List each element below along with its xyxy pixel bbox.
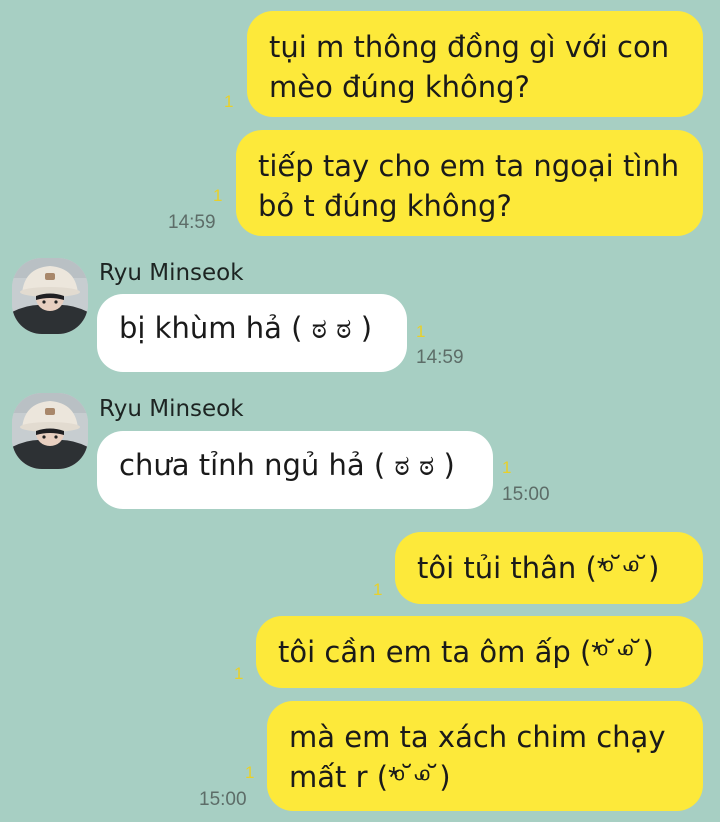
message-line: tiếp tay cho em ta ngoại tình <box>258 149 680 183</box>
message-line: tôi tủi thân (*ͦ˘ᵕͦ˘) <box>417 551 660 585</box>
message-line: tụi m thông đồng gì với con <box>269 30 670 64</box>
message-line: mà em ta xách chim chạy <box>289 720 666 754</box>
my-message-bubble[interactable]: tôi tủi thân (*ͦ˘ᵕͦ˘) <box>395 532 703 604</box>
unread-count: 1 <box>373 580 383 599</box>
message-line: bị khùm hả ( ಠ ಠ ) <box>119 311 373 345</box>
message-timestamp: 15:00 <box>199 789 247 810</box>
profile-avatar[interactable] <box>12 258 88 334</box>
message-line: mất r (*ͦ˘ᵕͦ˘) <box>289 760 451 794</box>
message-timestamp: 14:59 <box>416 347 464 368</box>
unread-count: 1 <box>224 92 234 111</box>
their-message-bubble[interactable]: chưa tỉnh ngủ hả ( ಠ ಠ ) <box>97 431 493 509</box>
unread-count: 1 <box>234 664 244 683</box>
my-message-bubble[interactable]: tụi m thông đồng gì với con mèo đúng khô… <box>247 11 703 117</box>
message-line: bỏ t đúng không? <box>258 189 512 223</box>
unread-count: 1 <box>502 458 512 477</box>
message-timestamp: 14:59 <box>168 212 216 233</box>
my-message-bubble[interactable]: tôi cần em ta ôm ấp (*ͦ˘ᵕͦ˘) <box>256 616 703 688</box>
message-line: mèo đúng không? <box>269 70 530 104</box>
avatar-image <box>12 258 88 334</box>
message-timestamp: 15:00 <box>502 484 550 505</box>
their-message-bubble[interactable]: bị khùm hả ( ಠ ಠ ) <box>97 294 407 372</box>
message-line: chưa tỉnh ngủ hả ( ಠ ಠ ) <box>119 448 455 482</box>
message-line: tôi cần em ta ôm ấp (*ͦ˘ᵕͦ˘) <box>278 635 654 669</box>
avatar-image <box>12 393 88 469</box>
unread-count: 1 <box>213 186 223 205</box>
unread-count: 1 <box>245 763 255 782</box>
profile-avatar[interactable] <box>12 393 88 469</box>
unread-count: 1 <box>416 322 426 341</box>
my-message-bubble[interactable]: mà em ta xách chim chạy mất r (*ͦ˘ᵕͦ˘) <box>267 701 703 811</box>
my-message-bubble[interactable]: tiếp tay cho em ta ngoại tình bỏ t đúng … <box>236 130 703 236</box>
sender-name: Ryu Minseok <box>99 260 244 286</box>
sender-name: Ryu Minseok <box>99 396 244 422</box>
